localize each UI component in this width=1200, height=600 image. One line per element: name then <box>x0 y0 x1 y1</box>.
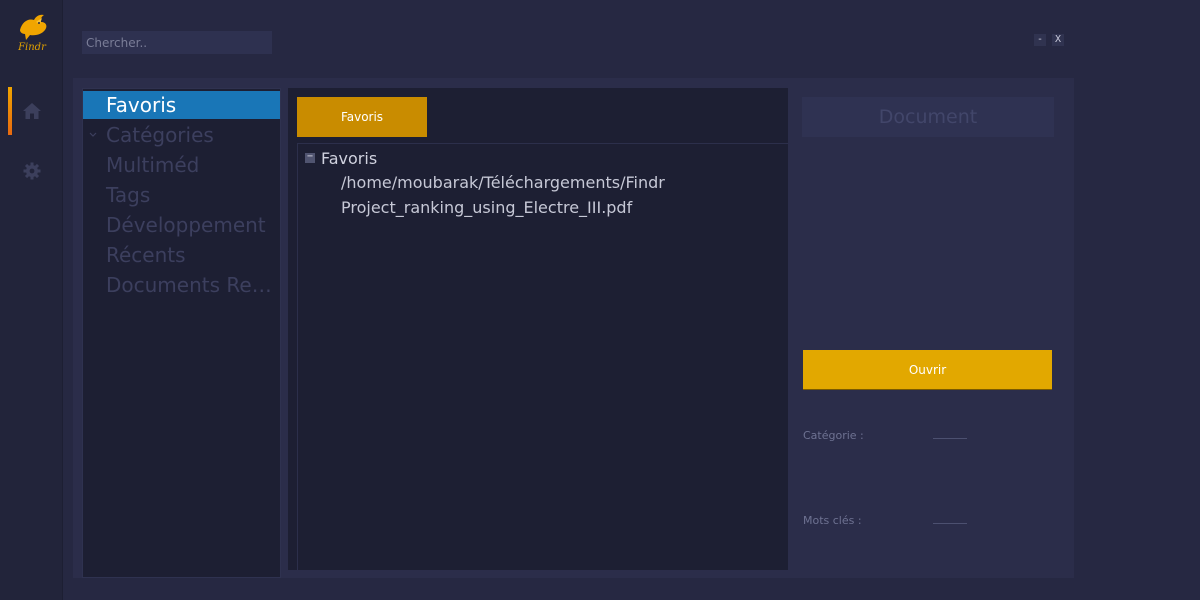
sidebar-item-multimedia[interactable]: Multiméd <box>83 151 280 179</box>
bird-logo-icon <box>20 14 47 40</box>
settings-button[interactable] <box>8 147 56 195</box>
collapse-toggle[interactable]: − <box>305 152 315 163</box>
navigation-rail: Findr <box>0 0 63 600</box>
home-button[interactable] <box>8 87 56 135</box>
document-title: Document <box>802 97 1054 137</box>
tree-root-label: Favoris <box>321 148 378 168</box>
placeholder-line: ........................................… <box>803 249 1021 253</box>
tree-root-node[interactable]: − Favoris <box>305 148 377 168</box>
placeholder-line: ........................................… <box>803 181 1055 185</box>
keywords-label: Mots clés : <box>803 514 862 527</box>
open-button[interactable]: Ouvrir <box>803 350 1052 389</box>
placeholder-line: ........................................… <box>803 215 1055 219</box>
minimize-button[interactable]: - <box>1034 34 1046 46</box>
favorites-panel: Favoris − Favoris /home/moubarak/Télécha… <box>288 88 788 570</box>
sidebar-item-recents[interactable]: Récents <box>83 241 280 269</box>
close-button[interactable]: X <box>1052 34 1064 46</box>
sidebar-item-developpement[interactable]: Développement <box>83 211 280 239</box>
placeholder-line: ........................................… <box>803 317 917 321</box>
category-sidebar: Favoris Catégories Multiméd Tags Dévelop… <box>82 88 281 578</box>
category-value <box>933 438 967 439</box>
tab-favoris[interactable]: Favoris <box>297 97 427 137</box>
sidebar-item-tags[interactable]: Tags <box>83 181 280 209</box>
sidebar-item-favoris[interactable]: Favoris <box>83 91 280 119</box>
gear-icon <box>23 162 41 180</box>
active-indicator <box>8 87 12 135</box>
tree-border <box>297 143 298 570</box>
category-label: Catégorie : <box>803 429 864 442</box>
keywords-value <box>933 523 967 524</box>
findr-logo: Findr <box>14 12 50 58</box>
search-input[interactable] <box>82 31 272 54</box>
tab-divider <box>297 143 788 144</box>
tree-item-folder-path[interactable]: /home/moubarak/Téléchargements/Findr <box>341 173 665 192</box>
tree-item-pdf-file[interactable]: Project_ranking_using_Electre_III.pdf <box>341 198 632 217</box>
home-icon <box>23 103 41 119</box>
sidebar-item-documents-recents[interactable]: Documents Rec... <box>83 271 280 299</box>
sidebar-item-categories[interactable]: Catégories <box>83 121 280 149</box>
placeholder-line: ........................................… <box>803 283 1007 287</box>
logo-text: Findr <box>18 42 46 53</box>
document-detail-panel: Document ...............................… <box>796 88 1064 570</box>
